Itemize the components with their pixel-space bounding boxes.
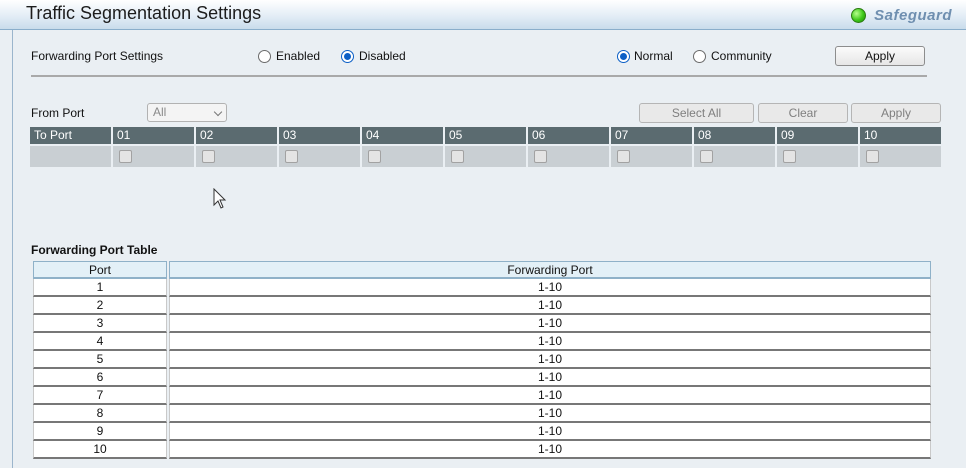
forwarding-port-cell: 1-10 — [169, 387, 931, 405]
page-title: Traffic Segmentation Settings — [26, 3, 262, 23]
port-cell: 7 — [33, 387, 167, 405]
table-body: 1 1-10 2 1-10 3 1-10 4 1-10 5 1-10 6 1-1… — [33, 279, 931, 459]
port-header-02: 02 — [196, 127, 277, 144]
port-cell: 5 — [33, 351, 167, 369]
forwarding-port-cell: 1-10 — [169, 423, 931, 441]
port-cell: 3 — [33, 315, 167, 333]
port-checkbox-10[interactable] — [866, 150, 879, 163]
port-cell-10 — [860, 146, 941, 167]
port-header-08: 08 — [694, 127, 775, 144]
table-row: 1 1-10 — [33, 279, 931, 297]
forwarding-port-cell: 1-10 — [169, 405, 931, 423]
port-checkbox-07[interactable] — [617, 150, 630, 163]
clear-button[interactable]: Clear — [758, 103, 848, 123]
port-cell-09 — [777, 146, 858, 167]
port-cell-08 — [694, 146, 775, 167]
to-port-header-row: To Port 01 02 03 04 05 06 07 08 09 10 — [30, 127, 941, 144]
table-row: 4 1-10 — [33, 333, 931, 351]
from-port-label: From Port — [31, 106, 85, 120]
forwarding-port-column-header: Forwarding Port — [169, 261, 931, 279]
forwarding-port-cell: 1-10 — [169, 297, 931, 315]
port-cell: 10 — [33, 441, 167, 459]
forwarding-port-table: Port Forwarding Port 1 1-10 2 1-10 3 1-1… — [33, 261, 931, 459]
port-header-01: 01 — [113, 127, 194, 144]
forwarding-port-cell: 1-10 — [169, 279, 931, 297]
port-header-10: 10 — [860, 127, 941, 144]
community-radio[interactable] — [693, 49, 706, 63]
enabled-radio-group[interactable]: Enabled — [258, 49, 320, 63]
mouse-cursor-icon — [213, 188, 227, 209]
section-divider — [31, 75, 927, 77]
disabled-radio-label: Disabled — [359, 49, 406, 63]
from-port-select[interactable]: All — [147, 103, 227, 122]
to-port-label: To Port — [30, 127, 111, 144]
table-row: 8 1-10 — [33, 405, 931, 423]
from-port-apply-button[interactable]: Apply — [851, 103, 941, 123]
port-checkbox-03[interactable] — [285, 150, 298, 163]
port-header-09: 09 — [777, 127, 858, 144]
table-row: 7 1-10 — [33, 387, 931, 405]
select-all-button[interactable]: Select All — [639, 103, 754, 123]
safeguard-label: Safeguard — [874, 6, 952, 24]
port-cell-05 — [445, 146, 526, 167]
disabled-radio-group[interactable]: Disabled — [341, 49, 406, 63]
forwarding-apply-button[interactable]: Apply — [835, 46, 925, 66]
to-port-checkbox-row — [30, 146, 941, 167]
chevron-down-icon — [213, 107, 223, 117]
community-radio-label: Community — [711, 49, 772, 63]
table-row: 6 1-10 — [33, 369, 931, 387]
forwarding-port-table-title: Forwarding Port Table — [31, 243, 158, 257]
port-checkbox-08[interactable] — [700, 150, 713, 163]
port-cell-04 — [362, 146, 443, 167]
forwarding-port-cell: 1-10 — [169, 351, 931, 369]
port-checkbox-05[interactable] — [451, 150, 464, 163]
safeguard-indicator: Safeguard — [851, 5, 952, 25]
community-radio-group[interactable]: Community — [693, 49, 772, 63]
to-port-blank-cell — [30, 146, 111, 167]
table-row: 10 1-10 — [33, 441, 931, 459]
port-column-header: Port — [33, 261, 167, 279]
table-row: 9 1-10 — [33, 423, 931, 441]
port-cell: 6 — [33, 369, 167, 387]
port-checkbox-04[interactable] — [368, 150, 381, 163]
normal-radio-group[interactable]: Normal — [617, 49, 673, 63]
port-cell-03 — [279, 146, 360, 167]
disabled-radio[interactable] — [341, 49, 354, 63]
table-row: 3 1-10 — [33, 315, 931, 333]
port-cell-01 — [113, 146, 194, 167]
table-header-row: Port Forwarding Port — [33, 261, 931, 279]
port-checkbox-06[interactable] — [534, 150, 547, 163]
enabled-radio-label: Enabled — [276, 49, 321, 63]
port-cell: 9 — [33, 423, 167, 441]
normal-radio[interactable] — [617, 49, 630, 63]
forwarding-port-cell: 1-10 — [169, 441, 931, 459]
port-checkbox-01[interactable] — [119, 150, 132, 163]
enabled-radio[interactable] — [258, 49, 271, 63]
table-row: 2 1-10 — [33, 297, 931, 315]
from-port-select-value: All — [153, 105, 167, 119]
port-checkbox-09[interactable] — [783, 150, 796, 163]
port-cell-07 — [611, 146, 692, 167]
port-cell: 1 — [33, 279, 167, 297]
port-header-03: 03 — [279, 127, 360, 144]
port-cell: 2 — [33, 297, 167, 315]
port-cell: 4 — [33, 333, 167, 351]
forwarding-port-cell: 1-10 — [169, 315, 931, 333]
status-led-icon — [851, 7, 867, 23]
table-row: 5 1-10 — [33, 351, 931, 369]
forwarding-port-cell: 1-10 — [169, 369, 931, 387]
port-cell-06 — [528, 146, 609, 167]
port-header-05: 05 — [445, 127, 526, 144]
port-checkbox-02[interactable] — [202, 150, 215, 163]
forwarding-port-cell: 1-10 — [169, 333, 931, 351]
normal-radio-label: Normal — [634, 49, 673, 63]
port-header-06: 06 — [528, 127, 609, 144]
port-header-04: 04 — [362, 127, 443, 144]
port-header-07: 07 — [611, 127, 692, 144]
port-cell: 8 — [33, 405, 167, 423]
page-header: Traffic Segmentation Settings Safeguard — [0, 0, 966, 30]
port-cell-02 — [196, 146, 277, 167]
forwarding-port-settings-label: Forwarding Port Settings — [31, 49, 164, 63]
